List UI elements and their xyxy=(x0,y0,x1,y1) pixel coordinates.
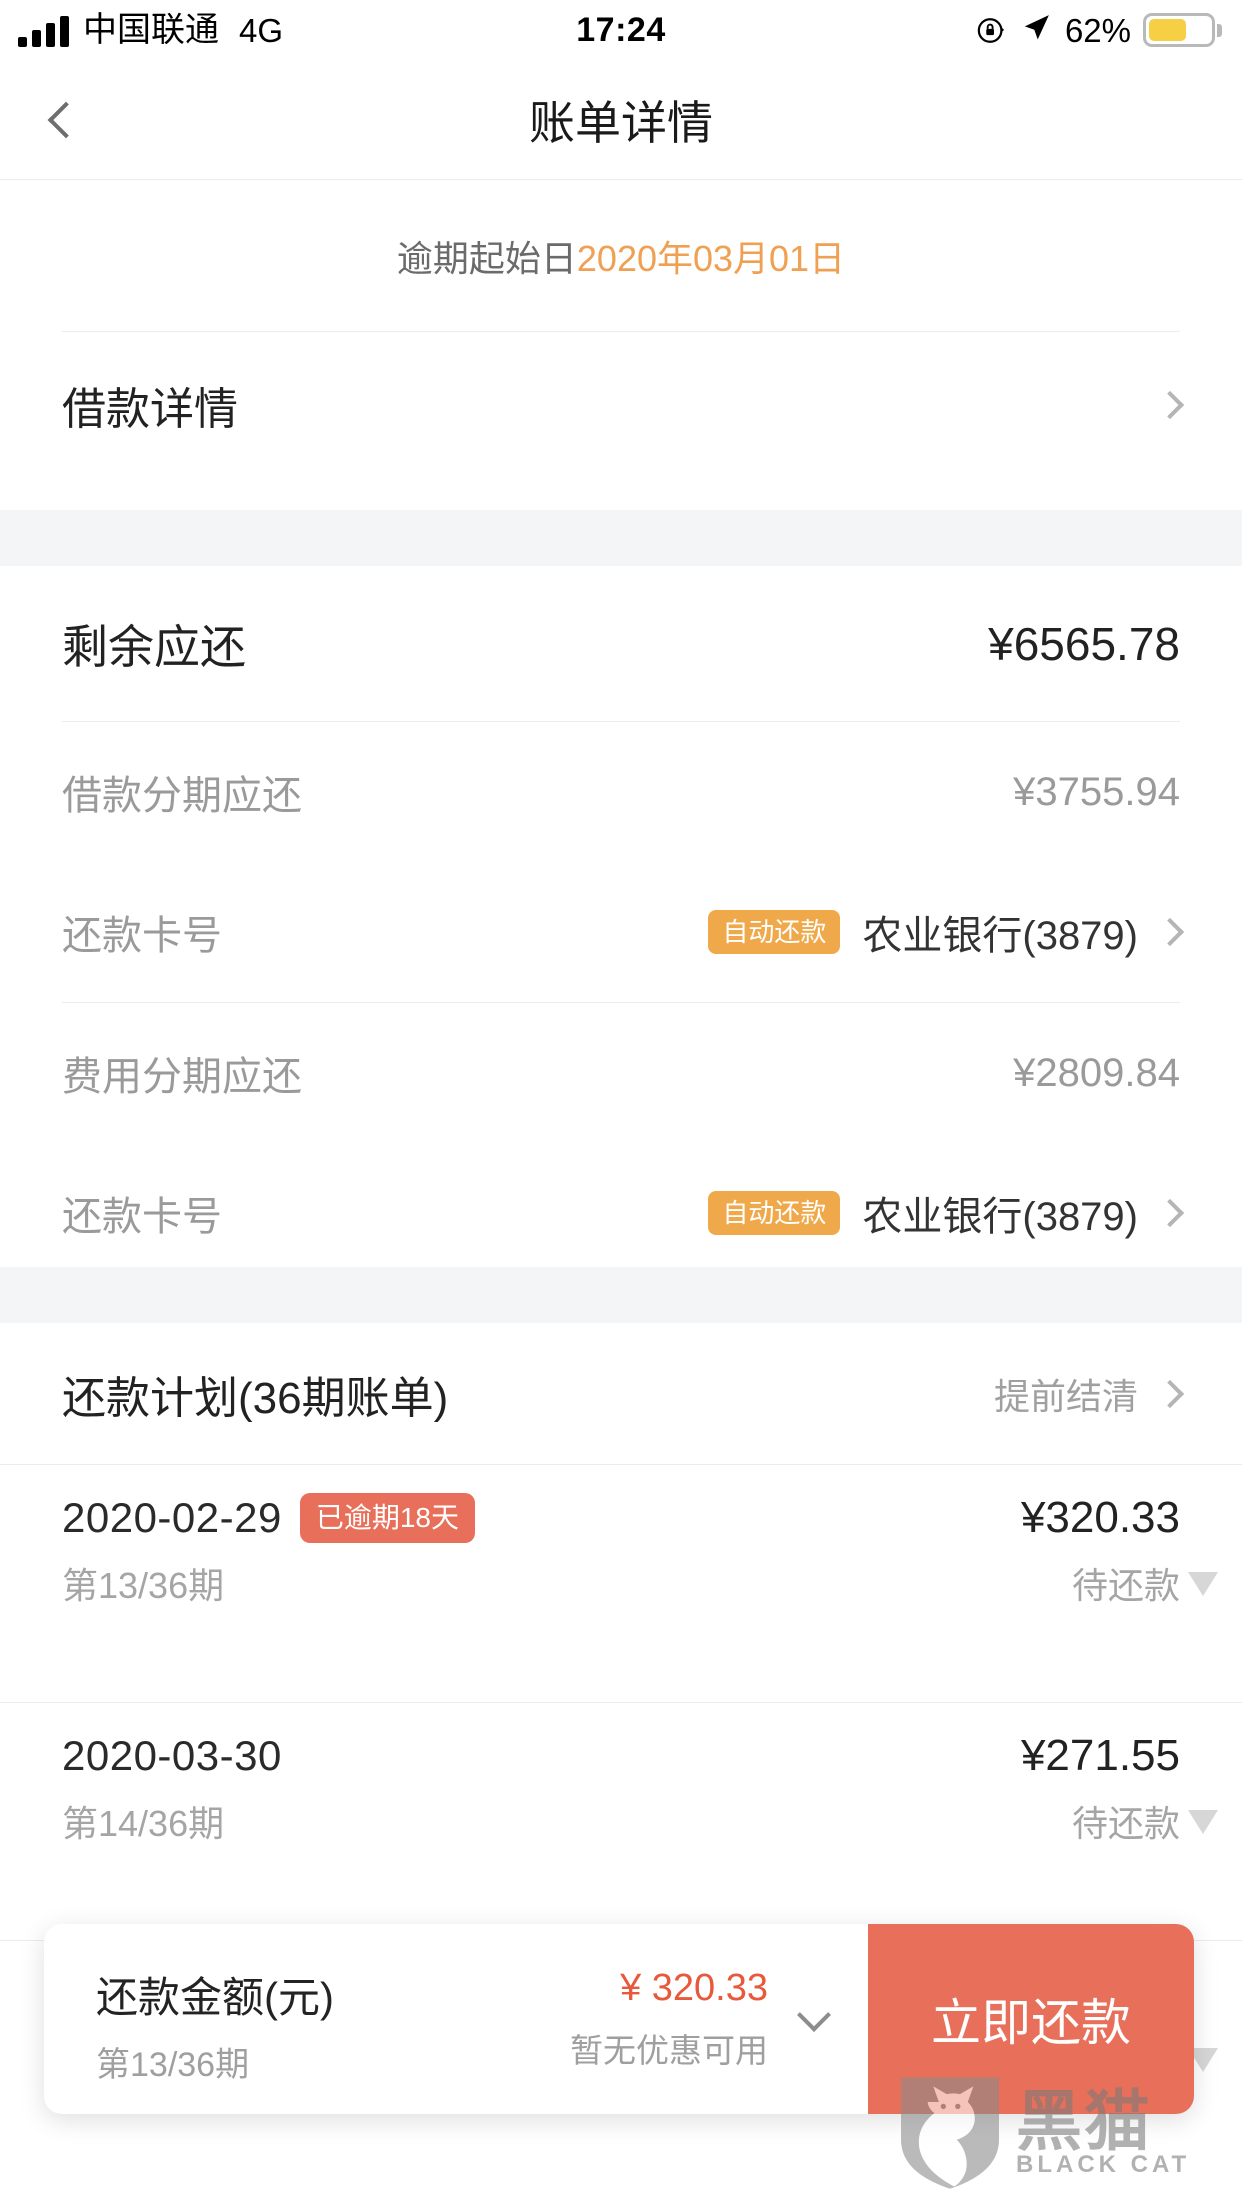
loan-installment-label: 借款分期应还 xyxy=(62,774,302,818)
plan-status: 待还款 xyxy=(1071,1803,1180,1844)
repay-now-button[interactable]: 立即还款 xyxy=(868,1924,1194,2114)
fee-repay-bank-value: 农业银行(3879) xyxy=(862,1195,1138,1239)
loan-repay-card-row[interactable]: 还款卡号 自动还款 农业银行(3879) xyxy=(0,862,1242,1002)
back-button[interactable] xyxy=(36,85,96,155)
fee-repay-card-right: 自动还款 农业银行(3879) xyxy=(708,1184,1185,1242)
section-gap-2 xyxy=(0,1267,1242,1323)
caret-down-icon[interactable] xyxy=(1188,1571,1218,1596)
remaining-due-label: 剩余应还 xyxy=(62,620,246,673)
chevron-right-icon xyxy=(1155,390,1185,419)
plan-row-bottom: 第14/36期 待还款 xyxy=(62,1795,1180,1847)
plan-term: 第14/36期 xyxy=(62,1803,225,1844)
fee-installment-label: 费用分期应还 xyxy=(62,1055,302,1099)
battery-percent-label: 62% xyxy=(1064,11,1131,49)
caret-down-icon[interactable] xyxy=(1188,1809,1218,1834)
repayment-plan-title: 还款计划(36期账单) xyxy=(62,1373,449,1423)
plan-due-date: 2020-02-29 xyxy=(62,1494,282,1541)
location-arrow-icon xyxy=(1020,11,1053,49)
loan-repay-bank-value: 农业银行(3879) xyxy=(862,914,1138,958)
nav-bar: 账单详情 xyxy=(0,60,1242,180)
status-bar: 中国联通 4G 17:24 62% xyxy=(0,0,1242,60)
repayment-plan-header-right: 提前结清 xyxy=(993,1368,1185,1420)
remaining-due-row: 剩余应还 ¥6565.78 xyxy=(0,566,1242,721)
phone-screen: 中国联通 4G 17:24 62% 账单详情 逾期起始日 2020年03月01日… xyxy=(0,0,1242,2208)
chevron-left-icon xyxy=(47,101,85,138)
section-gap-1 xyxy=(0,510,1242,566)
plan-row-bottom: 第13/36期 待还款 xyxy=(62,1557,1180,1609)
plan-dateline: 2020-03-30 xyxy=(62,1732,282,1780)
repay-action-bar: 还款金额(元) 第13/36期 ¥ 320.33 暂无优惠可用 立即还款 xyxy=(44,1924,1194,2114)
overdue-start-date: 2020年03月01日 xyxy=(576,238,846,279)
repay-amount-term: 第13/36期 xyxy=(96,2046,250,2084)
plan-due-date: 2020-03-30 xyxy=(62,1732,282,1779)
fee-repay-card-row[interactable]: 还款卡号 自动还款 农业银行(3879) xyxy=(0,1143,1242,1283)
plan-row-top: 2020-02-29 已逾期18天 ¥320.33 xyxy=(62,1493,1180,1543)
plan-amount: ¥320.33 xyxy=(1020,1493,1180,1542)
plan-dateline: 2020-02-29 已逾期18天 xyxy=(62,1493,475,1543)
rotation-lock-icon xyxy=(975,14,1008,47)
page-title: 账单详情 xyxy=(529,96,713,149)
plan-row-14[interactable]: 2020-03-30 ¥271.55 第14/36期 待还款 xyxy=(0,1703,1242,1941)
status-bar-right: 62% xyxy=(975,11,1222,49)
remaining-due-value: ¥6565.78 xyxy=(988,617,1180,670)
fee-repay-card-label: 还款卡号 xyxy=(62,1195,222,1239)
chevron-right-icon xyxy=(1155,917,1185,947)
repay-amount-value: ¥ 320.33 xyxy=(620,1966,768,2009)
coupon-status-label: 暂无优惠可用 xyxy=(570,2031,768,2069)
overdue-days-badge: 已逾期18天 xyxy=(299,1493,475,1543)
repay-amount-info: 还款金额(元) 第13/36期 xyxy=(44,1924,334,2114)
loan-details-row[interactable]: 借款详情 xyxy=(0,332,1242,477)
summary-block: 剩余应还 ¥6565.78 借款分期应还 ¥3755.94 还款卡号 自动还款 … xyxy=(0,566,1242,1283)
auto-repay-badge: 自动还款 xyxy=(708,910,841,954)
battery-icon xyxy=(1143,13,1222,47)
early-settlement-label: 提前结清 xyxy=(993,1375,1138,1417)
loan-installment-value: ¥3755.94 xyxy=(1013,769,1180,814)
auto-repay-badge: 自动还款 xyxy=(708,1191,841,1235)
overdue-start-label: 逾期起始日 xyxy=(396,238,577,279)
repay-amount-title: 还款金额(元) xyxy=(96,1974,334,2021)
plan-term: 第13/36期 xyxy=(62,1565,225,1606)
plan-row-13[interactable]: 2020-02-29 已逾期18天 ¥320.33 第13/36期 待还款 xyxy=(0,1465,1242,1703)
repay-amount-col: ¥ 320.33 暂无优惠可用 xyxy=(570,1967,768,2072)
loan-repay-card-label: 还款卡号 xyxy=(62,914,222,958)
plan-amount: ¥271.55 xyxy=(1020,1731,1180,1780)
chevron-right-icon xyxy=(1155,1198,1185,1228)
fee-installment-value: ¥2809.84 xyxy=(1013,1050,1180,1095)
overdue-start-banner: 逾期起始日 2020年03月01日 xyxy=(0,181,1242,331)
fee-installment-amount-row: 费用分期应还 ¥2809.84 xyxy=(0,1003,1242,1143)
chevron-down-icon[interactable] xyxy=(797,1998,831,2032)
repayment-plan-header[interactable]: 还款计划(36期账单) 提前结清 xyxy=(0,1323,1242,1465)
loan-installment-amount-row: 借款分期应还 ¥3755.94 xyxy=(0,722,1242,862)
repay-amount-selector[interactable]: ¥ 320.33 暂无优惠可用 xyxy=(334,1924,868,2114)
plan-status: 待还款 xyxy=(1071,1565,1180,1606)
chevron-right-icon xyxy=(1155,1379,1185,1408)
loan-details-label: 借款详情 xyxy=(62,384,238,434)
plan-row-top: 2020-03-30 ¥271.55 xyxy=(62,1731,1180,1781)
loan-details-block: 借款详情 xyxy=(0,331,1242,477)
loan-repay-card-right: 自动还款 农业银行(3879) xyxy=(708,903,1185,961)
